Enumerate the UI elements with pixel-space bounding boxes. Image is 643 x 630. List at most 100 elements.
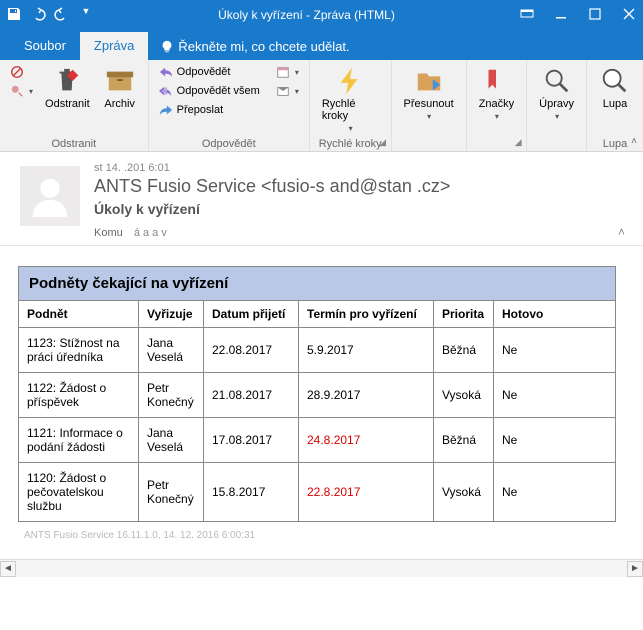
- cell-priorita: Běžná: [434, 328, 494, 373]
- table-header-row: Podnět Vyřizuje Datum přijetí Termín pro…: [19, 301, 616, 328]
- archive-label: Archiv: [104, 98, 135, 110]
- to-label: Komu: [94, 227, 123, 239]
- group-move-label: [400, 137, 458, 150]
- col-datum: Datum přijetí: [204, 301, 299, 328]
- editing-label: Úpravy: [539, 98, 574, 110]
- quick-steps-label: Rychlé kroky: [322, 98, 379, 122]
- tags-button[interactable]: Značky ▾: [475, 64, 518, 123]
- tell-me[interactable]: Řekněte mi, co chcete udělat.: [160, 39, 349, 60]
- meeting-button[interactable]: ▾: [274, 64, 301, 80]
- tab-file[interactable]: Soubor: [10, 32, 80, 60]
- message-from: ANTS Fusio Service <fusio-s and@stan .cz…: [94, 176, 623, 197]
- ignore-button[interactable]: [8, 64, 35, 80]
- scroll-track[interactable]: [16, 561, 627, 577]
- cell-priorita: Vysoká: [434, 463, 494, 522]
- window-buttons: [519, 6, 637, 25]
- cell-datum: 17.08.2017: [204, 418, 299, 463]
- cell-podnet: 1123: Stížnost na práci úředníka: [19, 328, 139, 373]
- move-label: Přesunout: [404, 98, 454, 110]
- group-respond: Odpovědět Odpovědět všem Přeposlat ▾ ▾ O…: [149, 60, 310, 151]
- col-hotovo: Hotovo: [494, 301, 616, 328]
- tell-me-label: Řekněte mi, co chcete udělat.: [178, 39, 349, 54]
- quicksteps-launcher-icon[interactable]: ◢: [377, 137, 389, 149]
- zoom-label: Lupa: [603, 98, 627, 110]
- window-title: Úkoly k vyřízení - Zpráva (HTML): [94, 8, 519, 22]
- tags-label: Značky: [479, 98, 514, 110]
- cell-datum: 15.8.2017: [204, 463, 299, 522]
- qat-dropdown-icon[interactable]: ▼: [78, 6, 94, 25]
- maximize-icon[interactable]: [587, 6, 603, 25]
- report-table: Podněty čekající na vyřízení Podnět Vyři…: [18, 266, 616, 522]
- reply-all-button[interactable]: Odpovědět všem: [157, 83, 262, 99]
- group-editing-label: [535, 137, 578, 150]
- cell-hotovo: Ne: [494, 373, 616, 418]
- header-collapse-icon[interactable]: ˄: [618, 225, 625, 239]
- cell-hotovo: Ne: [494, 328, 616, 373]
- delete-label: Odstranit: [45, 98, 90, 110]
- editing-button[interactable]: Úpravy ▾: [535, 64, 578, 123]
- forward-button[interactable]: Přeposlat: [157, 102, 262, 118]
- cell-vyrizuje: Petr Konečný: [139, 373, 204, 418]
- redo-icon[interactable]: [54, 6, 70, 25]
- group-zoom-label: Lupa: [595, 137, 635, 150]
- tab-message[interactable]: Zpráva: [80, 32, 148, 60]
- cell-vyrizuje: Petr Konečný: [139, 463, 204, 522]
- reply-all-label: Odpovědět všem: [177, 85, 260, 97]
- minimize-icon[interactable]: [553, 6, 569, 25]
- cell-vyrizuje: Jana Veselá: [139, 418, 204, 463]
- message-body: Podněty čekající na vyřízení Podnět Vyři…: [0, 246, 643, 559]
- archive-button[interactable]: Archiv: [100, 64, 140, 112]
- table-title: Podněty čekající na vyřízení: [19, 267, 616, 301]
- group-move: Přesunout ▾: [392, 60, 467, 151]
- title-bar: ▼ Úkoly k vyřízení - Zpráva (HTML): [0, 0, 643, 30]
- tags-launcher-icon[interactable]: ◢: [512, 137, 524, 149]
- forward-label: Přeposlat: [177, 104, 223, 116]
- zoom-button[interactable]: Lupa: [595, 64, 635, 112]
- col-priorita: Priorita: [434, 301, 494, 328]
- table-row: 1121: Informace o podání žádostiJana Ves…: [19, 418, 616, 463]
- delete-button[interactable]: Odstranit: [41, 64, 94, 112]
- reply-label: Odpovědět: [177, 66, 231, 78]
- cell-termin: 22.8.2017: [299, 463, 434, 522]
- col-termin: Termín pro vyřízení: [299, 301, 434, 328]
- cell-termin: 5.9.2017: [299, 328, 434, 373]
- tab-bar: Soubor Zpráva Řekněte mi, co chcete uděl…: [0, 30, 643, 60]
- avatar: [20, 166, 80, 226]
- horizontal-scrollbar[interactable]: ◄ ►: [0, 559, 643, 577]
- message-header: st 14. .201 6:01 ANTS Fusio Service <fus…: [0, 152, 643, 246]
- cell-priorita: Běžná: [434, 418, 494, 463]
- ribbon: ▾ Odstranit Archiv Odstranit Odpovědět O…: [0, 60, 643, 152]
- junk-button[interactable]: ▾: [8, 83, 35, 99]
- cell-podnet: 1120: Žádost o pečovatelskou službu: [19, 463, 139, 522]
- ribbon-collapse-icon[interactable]: ˄: [631, 136, 637, 147]
- undo-icon[interactable]: [30, 6, 46, 25]
- to-value: á a a v: [134, 227, 167, 239]
- group-delete: ▾ Odstranit Archiv Odstranit: [0, 60, 149, 151]
- col-podnet: Podnět: [19, 301, 139, 328]
- quick-steps-button[interactable]: Rychlé kroky ▾: [318, 64, 383, 135]
- cell-podnet: 1121: Informace o podání žádosti: [19, 418, 139, 463]
- cell-hotovo: Ne: [494, 463, 616, 522]
- scroll-right-icon[interactable]: ►: [627, 561, 643, 577]
- cell-priorita: Vysoká: [434, 373, 494, 418]
- move-button[interactable]: Přesunout ▾: [400, 64, 458, 123]
- message-subject: Úkoly k vyřízení: [94, 201, 623, 217]
- close-icon[interactable]: [621, 6, 637, 25]
- group-respond-label: Odpovědět: [157, 137, 301, 150]
- cell-vyrizuje: Jana Veselá: [139, 328, 204, 373]
- quick-access-toolbar: ▼: [6, 6, 94, 25]
- cell-datum: 21.08.2017: [204, 373, 299, 418]
- cell-hotovo: Ne: [494, 418, 616, 463]
- group-tags: Značky ▾ ◢: [467, 60, 527, 151]
- reply-button[interactable]: Odpovědět: [157, 64, 262, 80]
- save-icon[interactable]: [6, 6, 22, 25]
- footer-text: ANTS Fusio Service 16.11.1.0, 14. 12. 20…: [18, 522, 633, 555]
- cell-datum: 22.08.2017: [204, 328, 299, 373]
- scroll-left-icon[interactable]: ◄: [0, 561, 16, 577]
- ribbon-display-icon[interactable]: [519, 6, 535, 25]
- table-row: 1122: Žádost o příspěvekPetr Konečný21.0…: [19, 373, 616, 418]
- more-respond-button[interactable]: ▾: [274, 83, 301, 99]
- cell-termin: 28.9.2017: [299, 373, 434, 418]
- cell-termin: 24.8.2017: [299, 418, 434, 463]
- table-row: 1120: Žádost o pečovatelskou službuPetr …: [19, 463, 616, 522]
